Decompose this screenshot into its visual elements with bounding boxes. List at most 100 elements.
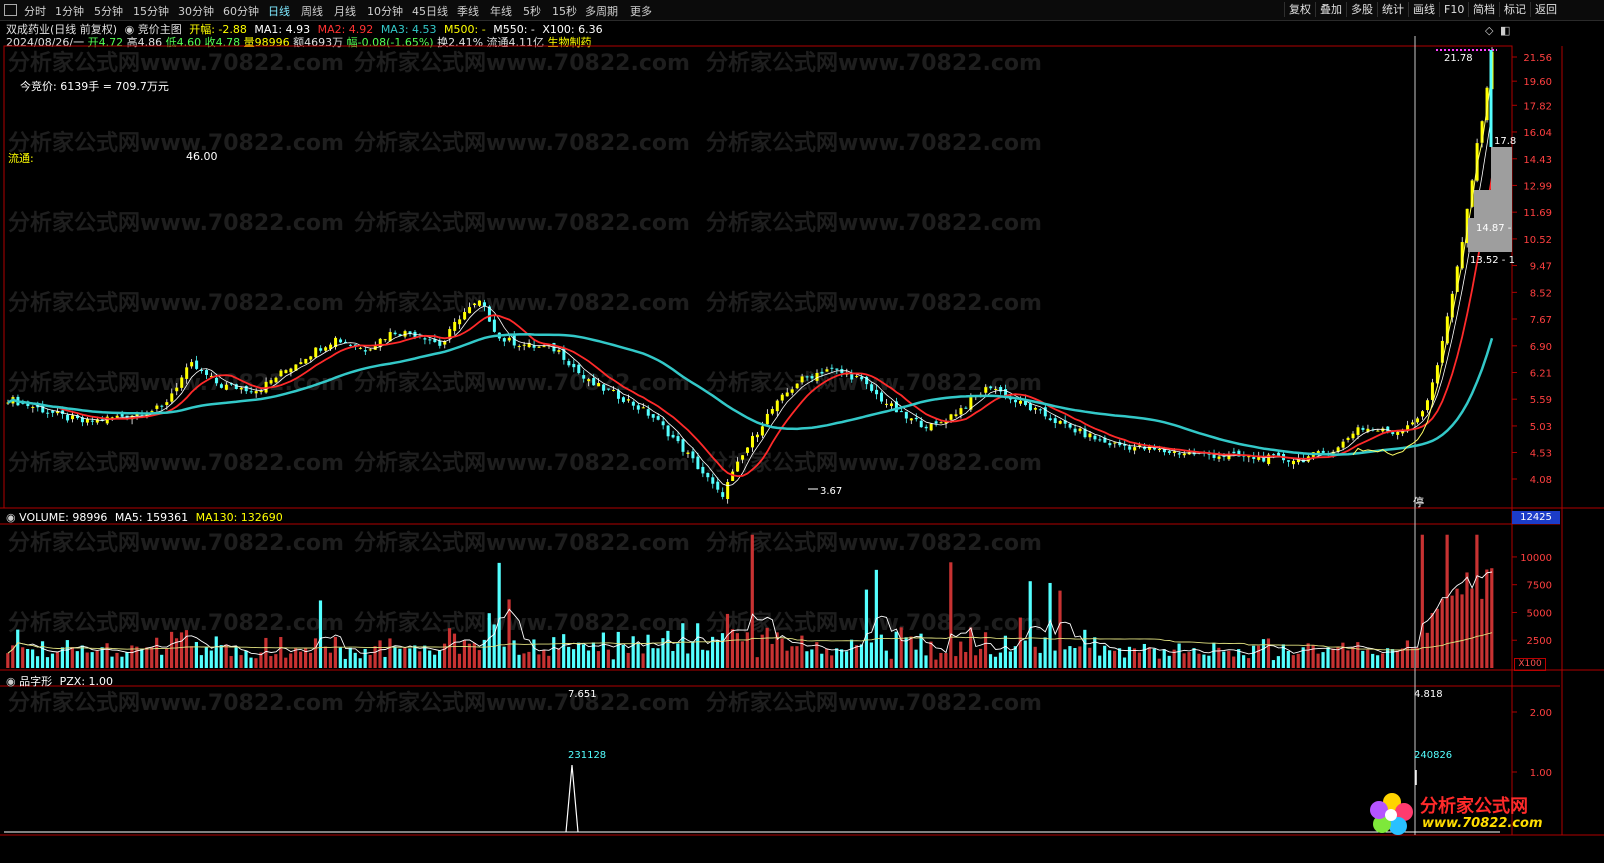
candle-body (959, 408, 963, 415)
candle-body (800, 376, 804, 383)
pzx-toggle-icon[interactable]: ◉ (6, 675, 16, 688)
volume-bar (671, 651, 675, 668)
watermark-text: 分析家公式网www.70822.com (354, 50, 690, 76)
candle-body (517, 346, 521, 348)
volume-bar (313, 638, 318, 668)
volume-bar (651, 648, 655, 668)
volume-bar (1341, 642, 1345, 668)
pzx-peak2-date: 240826 (1414, 750, 1452, 761)
volume-bar (80, 645, 84, 668)
volume-bar (373, 646, 377, 668)
volume-bar (1053, 650, 1057, 668)
volume-bar (974, 655, 978, 668)
candle-body (224, 384, 228, 390)
volume-bar (433, 654, 437, 668)
y-tick-label: 5.59 (1530, 395, 1552, 406)
volume-bar (413, 645, 417, 668)
auction-box (1491, 147, 1512, 190)
volume-bar (224, 644, 228, 668)
candle-body (631, 401, 635, 406)
candle-body (458, 319, 462, 325)
candle-body (557, 350, 561, 352)
high-price-label: 21.78 (1444, 53, 1473, 64)
candle-body (909, 418, 913, 421)
volume-bar (497, 562, 501, 668)
volume-bar (537, 654, 541, 668)
volume-bar (835, 648, 839, 668)
candle-body (835, 368, 839, 370)
volume-bar (1132, 648, 1137, 668)
candle-body (607, 388, 611, 390)
logo-url: www.70822.com (1422, 816, 1543, 831)
candle-body (1058, 420, 1062, 424)
candle-body (641, 407, 645, 409)
volume-title: VOLUME: 98996 (19, 511, 108, 524)
pzx-peak1-date: 231128 (568, 750, 606, 761)
volume-bar (239, 655, 243, 668)
candle-body (696, 456, 700, 470)
candle-body (478, 300, 482, 306)
settings-diamond-icon: ◇ (1485, 24, 1494, 37)
candle-body (1018, 400, 1022, 404)
volume-bar (343, 658, 347, 668)
volume-bar (353, 652, 357, 668)
price-label-178: 17.8 (1494, 136, 1516, 147)
candle-body (299, 362, 303, 365)
volume-bar (1470, 588, 1474, 668)
volume-bar (894, 631, 898, 668)
volume-bar (626, 652, 630, 668)
candle-body (1172, 451, 1176, 453)
volume-bar (830, 655, 834, 668)
volume-bar (318, 600, 323, 668)
volume-bar (586, 650, 591, 668)
volume-bar (1108, 650, 1112, 668)
pzx-tick-label: 2.00 (1530, 708, 1552, 719)
volume-bar (1033, 646, 1037, 668)
volume-bar (854, 645, 859, 668)
candle-body (562, 347, 566, 360)
volume-bar (209, 650, 213, 668)
candle-body (463, 312, 467, 320)
volume-bar (1286, 650, 1290, 668)
candle-body (1177, 453, 1181, 455)
volume-bar (100, 647, 104, 668)
volume-bar (527, 651, 531, 668)
volume-bar (457, 653, 462, 668)
candle-body (934, 421, 938, 424)
pzx-header: ◉ 品字形 PZX: 1.00 (6, 673, 113, 689)
candle-body (46, 412, 50, 414)
price-label-1487: 14.87 - (1476, 223, 1512, 234)
volume-bar (567, 646, 571, 668)
pzx-peak2-value: 4.818 (1414, 689, 1443, 700)
volume-bar (135, 646, 139, 668)
candle-body (368, 349, 372, 351)
volume-bar (155, 637, 159, 668)
volume-toggle-icon[interactable]: ◉ (6, 511, 16, 524)
candle-body (1133, 447, 1137, 451)
volume-bar (1023, 640, 1027, 668)
candle-body (924, 426, 928, 429)
volume-bar (70, 647, 74, 668)
volume-bar (1271, 660, 1276, 668)
candle-body (1361, 427, 1365, 430)
flower-logo-icon (1370, 793, 1413, 835)
main-panel-frame (3, 45, 1513, 509)
panel-icon: ◧ (1500, 24, 1510, 37)
volume-bar (815, 642, 819, 668)
candle-body (1014, 399, 1018, 403)
volume-bar (969, 627, 973, 668)
candle-body (602, 384, 606, 391)
candle-body (1033, 407, 1037, 410)
volume-bar (95, 650, 99, 668)
pzx-title: 品字形 (19, 675, 53, 688)
candle-body (587, 379, 591, 382)
candle-body (190, 362, 194, 367)
volume-bar (1038, 652, 1042, 668)
y-tick-label: 7.67 (1530, 315, 1552, 326)
watermark-text: 分析家公式网www.70822.com (8, 530, 344, 556)
volume-bar (403, 647, 407, 668)
candle-body (1291, 460, 1295, 465)
volume-tick-label: 10000 (1520, 553, 1552, 564)
candle-body (383, 339, 387, 341)
volume-bar (924, 655, 928, 668)
